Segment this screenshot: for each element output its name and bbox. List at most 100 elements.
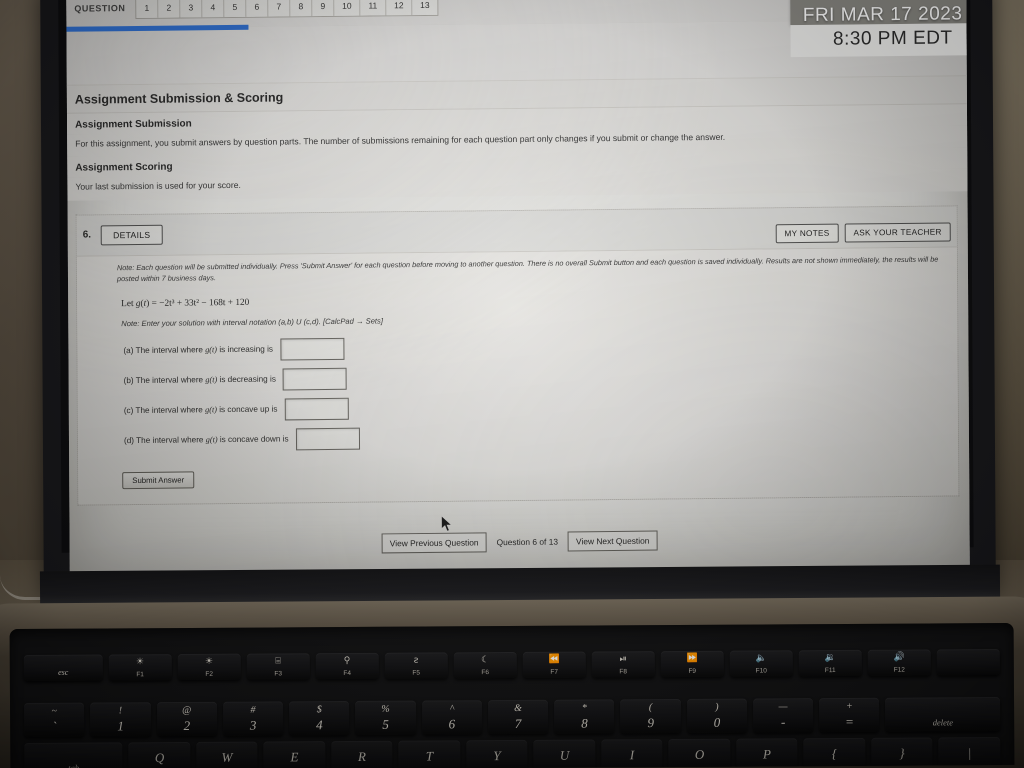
question-number-5[interactable]: 5 [224,0,247,17]
question-number-9[interactable]: 9 [312,0,335,16]
keyboard-function-row: esc ☀ F1 ☀ F2 ⌸ F3 ⚲ F4 ƨ F5 ☾ F6 ⏪ F7 ⏯ F8 ⏩ F9 🔈 F10 🔉 F11 🔊 F… [10,623,1014,681]
question-number-3[interactable]: 3 [180,0,203,18]
key-3[interactable]: #3 [222,701,284,736]
view-previous-question-button[interactable]: View Previous Question [381,532,487,554]
key-base-label: delete [932,717,954,728]
key-4[interactable]: $4 [289,700,350,736]
key-volume-up[interactable]: 🔊 F12 [867,649,931,676]
key-brightness-down[interactable]: ☀ F1 [108,654,172,681]
do-not-disturb-icon: ☾ [481,655,490,666]
key-fn-label: F3 [274,670,282,678]
key-fn-label: F2 [205,670,213,678]
key-|[interactable]: | [938,737,1001,768]
key-shift-label: % [381,703,390,715]
key-P[interactable]: P [736,738,798,768]
key-base-label: 3 [249,717,257,733]
key-`[interactable]: ~ ` [24,702,85,737]
submit-answer-button[interactable]: Submit Answer [122,471,195,489]
key-U[interactable]: U [533,739,596,768]
key-Y[interactable]: Y [466,739,528,768]
answer-input-c[interactable] [284,397,349,421]
key-shift-label: ^ [449,703,454,715]
key-shift-label: ! [118,705,123,717]
question-number-10[interactable]: 10 [334,0,361,16]
key-esc[interactable]: esc [23,654,103,681]
answer-input-d[interactable] [295,427,360,451]
question-number-8[interactable]: 8 [290,0,313,16]
my-notes-button[interactable]: MY NOTES [775,223,839,244]
key-1[interactable]: ! 1 [90,702,151,737]
part-label: (c) The interval where g(t) is concave u… [123,404,278,416]
key-9[interactable]: (9 [620,698,681,734]
key-W[interactable]: W [196,741,258,768]
submit-answer-row: Submit Answer [78,447,958,494]
key-6[interactable]: ^ 6 [421,700,483,735]
key-I[interactable]: I [601,739,663,768]
key-base-label: 6 [448,716,456,732]
key-mute[interactable]: 🔈 F10 [729,650,793,677]
key-=[interactable]: + = [819,697,880,733]
key-brightness-up[interactable]: ☀ F2 [177,653,241,681]
key-{[interactable]: { [803,737,866,768]
key-mission-control[interactable]: ⌸ F3 [246,653,310,680]
key-0[interactable]: ) 0 [686,698,748,733]
key-shift-label: @ [182,704,192,717]
key-5[interactable]: % 5 [355,700,416,735]
key-touch-id[interactable] [936,649,1000,676]
key-spotlight-search[interactable]: ⚲ F4 [315,652,379,680]
key-2[interactable]: @2 [156,701,218,737]
key--[interactable]: — - [752,698,814,733]
question-bottom-navigation: View Previous Question Question 6 of 13 … [70,527,970,556]
key-label: Q [154,750,165,766]
spotlight-search-icon: ⚲ [343,655,351,667]
key-Q[interactable]: Q [128,741,191,768]
key-label: tab [68,762,80,768]
key-E[interactable]: E [263,741,326,768]
key-label: P [762,746,772,762]
key-base-label: 2 [183,717,191,734]
key-delete[interactable]: delete [885,697,1001,732]
key-label: I [629,747,635,763]
key-rewind[interactable]: ⏪ F7 [522,651,586,678]
key-play-pause[interactable]: ⏯ F8 [591,651,655,678]
question-number-list: 1 2 3 4 5 6 7 8 9 10 11 12 13 [135,0,439,19]
key-8[interactable]: * 8 [554,699,615,734]
question-body: Note: Each question will be submitted in… [76,246,959,505]
details-button[interactable]: DETAILS [101,224,163,246]
play-pause-icon: ⏯ [619,654,627,665]
key-}[interactable]: } [871,737,933,768]
question-number-4[interactable]: 4 [202,0,225,17]
question-number-2[interactable]: 2 [158,0,181,18]
key-shift-label: ~ [51,705,57,717]
key-shift-label: # [250,704,256,716]
keyboard-number-row: ~ `! 1 @2 #3 $4% 5 ^ 6 & 7 * 8(9) 0— - + = delete [10,675,1014,737]
key-R[interactable]: R [331,740,393,768]
key-base-label: - [780,714,786,730]
key-T[interactable]: T [398,740,461,768]
mute-icon: 🔈 [755,653,767,664]
answer-input-b[interactable] [282,367,347,391]
key-label: } [899,745,905,761]
question-number-1[interactable]: 1 [136,0,159,18]
overlay-time-stamp: 8:30 PM EDT [832,27,953,50]
question-number-7[interactable]: 7 [268,0,291,17]
key-do-not-disturb[interactable]: ☾ F6 [453,651,517,679]
question-number-11[interactable]: 11 [360,0,387,16]
function-prefix: Let [121,298,134,309]
question-number: 6. [82,229,92,241]
key-dictation-mic[interactable]: ƨ F5 [384,652,448,679]
answer-input-a[interactable] [279,337,345,361]
key-fast-forward[interactable]: ⏩ F9 [660,650,724,678]
ask-your-teacher-button[interactable]: ASK YOUR TEACHER [844,222,951,243]
key-base-label: 5 [382,716,389,732]
question-number-6[interactable]: 6 [246,0,269,17]
question-number-12[interactable]: 12 [386,0,413,15]
key-tab[interactable]: tab [24,742,123,768]
key-O[interactable]: O [668,738,731,768]
part-label: (a) The interval where g(t) is increasin… [123,344,274,356]
key-7[interactable]: & 7 [487,699,549,735]
key-volume-down[interactable]: 🔉 F11 [798,649,862,677]
key-label: O [694,746,705,762]
question-number-13[interactable]: 13 [412,0,438,15]
view-next-question-button[interactable]: View Next Question [567,530,658,552]
